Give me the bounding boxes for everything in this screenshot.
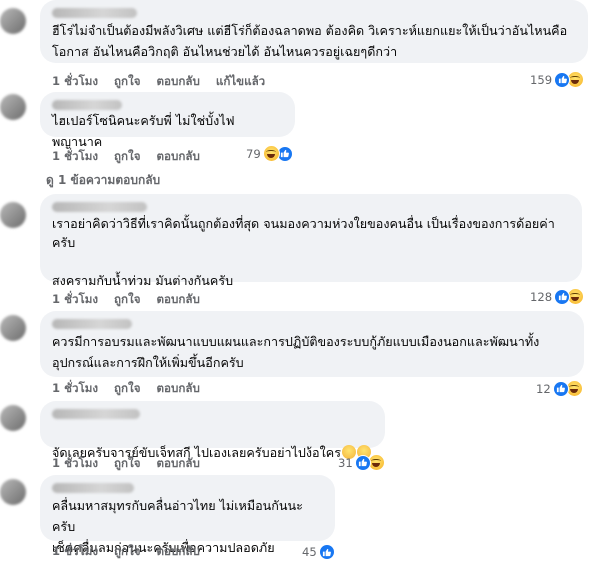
reaction-summary[interactable]: 45 [302,544,335,560]
reaction-summary[interactable]: 31 [338,454,385,471]
avatar[interactable] [0,405,26,431]
reaction-count: 45 [302,545,317,559]
timestamp[interactable]: 1 ชั่วโมง [52,73,98,91]
comment-bubble: ฮีโร่ไม่จำเป็นต้องมีพลังวิเศษ แต่ฮีโร่ก็… [40,0,588,63]
reply-button[interactable]: ตอบกลับ [157,148,200,166]
like-button[interactable]: ถูกใจ [114,455,141,473]
comment-text: เราอย่าคิดว่าวิธีที่เราคิดนั้นถูกต้องที่… [52,216,555,288]
like-button[interactable]: ถูกใจ [114,291,141,309]
comment-bubble: คลื่นมหาสมุทรกับคลื่นอ่าวไทย ไม่เหมือนกั… [40,475,335,555]
haha-icon [262,145,280,162]
edited-label[interactable]: แก้ไขแล้ว [216,73,265,91]
reply-button[interactable]: ตอบกลับ [157,543,200,561]
comment-bubble: ไฮเปอร์โซนิคนะครับพี่ ไม่ใช่บั้งไฟพญานาค [40,92,295,149]
author-name[interactable] [52,319,132,329]
comment-text: ควรมีการอบรมและพัฒนาแบบแผนและการปฏิบัติข… [52,334,540,370]
comment-actions: 1 ชั่วโมง ถูกใจ ตอบกลับ [52,543,216,561]
like-button[interactable]: ถูกใจ [114,73,141,91]
comment-actions: 1 ชั่วโมง ถูกใจ ตอบกลับ [52,148,216,166]
timestamp[interactable]: 1 ชั่วโมง [52,543,98,561]
avatar[interactable] [0,479,26,505]
comment-actions: 1 ชั่วโมง ถูกใจ ตอบกลับ แก้ไขแล้ว [52,73,281,91]
reaction-count: 159 [530,72,553,87]
reaction-count: 79 [246,146,261,161]
reaction-summary[interactable]: 79 [246,145,293,162]
comment-text: ฮีโร่ไม่จำเป็นต้องมีพลังวิเศษ แต่ฮีโร่ก็… [52,23,568,59]
like-button[interactable]: ถูกใจ [114,543,141,561]
reaction-summary[interactable]: 12 [536,380,583,397]
avatar[interactable] [0,202,26,228]
reply-button[interactable]: ตอบกลับ [157,455,200,473]
avatar[interactable] [0,94,26,120]
reaction-count: 128 [530,289,553,304]
reaction-count: 31 [338,455,353,470]
avatar[interactable] [0,315,26,341]
comment-actions: 1 ชั่วโมง ถูกใจ ตอบกลับ [52,380,216,398]
reply-button[interactable]: ตอบกลับ [157,380,200,398]
reaction-summary[interactable]: 128 [530,288,585,305]
comment-1: ฮีโร่ไม่จำเป็นต้องมีพลังวิเศษ แต่ฮีโร่ก็… [0,0,600,95]
author-name[interactable] [52,409,140,419]
comment-actions: 1 ชั่วโมง ถูกใจ ตอบกลับ [52,455,216,473]
author-name[interactable] [52,483,134,493]
reaction-summary[interactable]: 159 [530,71,585,88]
comment-2: ไฮเปอร์โซนิคนะครับพี่ ไม่ใช่บั้งไฟพญานาค… [0,92,600,192]
like-icon [552,380,569,397]
like-icon [554,71,571,88]
like-icon [354,454,371,471]
like-button[interactable]: ถูกใจ [114,148,141,166]
timestamp[interactable]: 1 ชั่วโมง [52,380,98,398]
like-icon [318,544,335,560]
comment-6: คลื่นมหาสมุทรกับคลื่นอ่าวไทย ไม่เหมือนกั… [0,475,600,563]
like-button[interactable]: ถูกใจ [114,380,141,398]
timestamp[interactable]: 1 ชั่วโมง [52,291,98,309]
comment-bubble: ควรมีการอบรมและพัฒนาแบบแผนและการปฏิบัติข… [40,311,584,377]
reply-button[interactable]: ตอบกลับ [157,73,200,91]
comment-bubble: จัดเลยครับจารย์ขับเจ็ทสกี ไปเองเลยครับอย… [40,401,385,460]
author-name[interactable] [52,8,137,18]
reply-button[interactable]: ตอบกลับ [157,291,200,309]
reaction-count: 12 [536,381,551,396]
author-name[interactable] [52,100,122,110]
comment-bubble: เราอย่าคิดว่าวิธีที่เราคิดนั้นถูกต้องที่… [40,194,582,288]
timestamp[interactable]: 1 ชั่วโมง [52,455,98,473]
view-replies-link[interactable]: ดู 1 ข้อความตอบกลับ [46,171,160,190]
like-icon [554,288,571,305]
avatar[interactable] [0,8,26,34]
comment-actions: 1 ชั่วโมง ถูกใจ ตอบกลับ [52,291,216,309]
comment-5: จัดเลยครับจารย์ขับเจ็ทสกี ไปเองเลยครับอย… [0,401,600,471]
comment-4: ควรมีการอบรมและพัฒนาแบบแผนและการปฏิบัติข… [0,311,600,399]
comment-3: เราอย่าคิดว่าวิธีที่เราคิดนั้นถูกต้องที่… [0,194,600,306]
timestamp[interactable]: 1 ชั่วโมง [52,148,98,166]
author-name[interactable] [52,202,147,212]
